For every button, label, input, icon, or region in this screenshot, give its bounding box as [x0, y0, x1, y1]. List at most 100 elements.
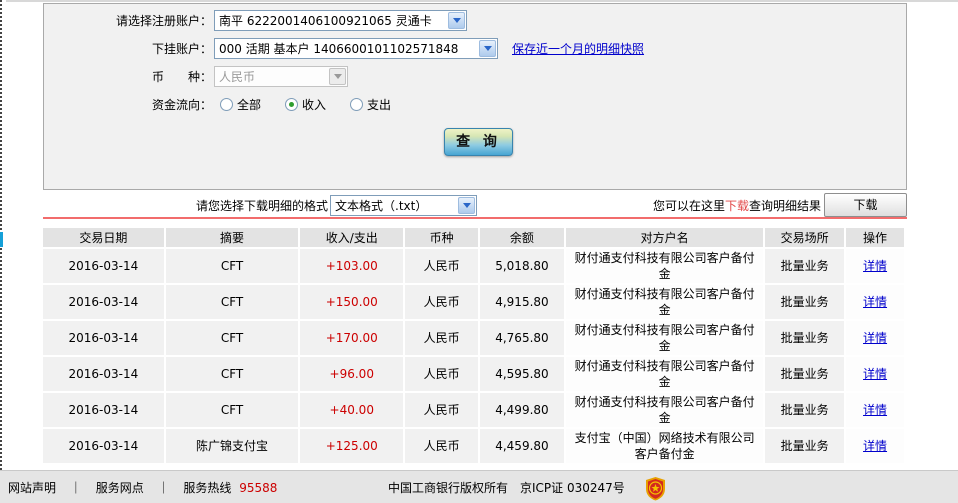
flow-option-all[interactable]: 全部: [220, 96, 261, 113]
cell-currency: 人民币: [405, 357, 478, 391]
cell-venue: 批量业务: [765, 393, 845, 427]
flow-row: 资金流向： 全部 收入 支出: [44, 90, 906, 118]
cell-date: 2016-03-14: [43, 321, 164, 355]
flow-option-expense-label: 支出: [367, 97, 392, 112]
download-inline-link[interactable]: 下载: [725, 199, 749, 213]
currency-label: 币 种：: [151, 69, 212, 84]
footer-separator: ｜: [69, 480, 82, 495]
footer-link-branches[interactable]: 服务网点: [96, 481, 144, 495]
header-balance: 余额: [479, 228, 564, 247]
radio-icon[interactable]: [350, 97, 364, 111]
cell-date: 2016-03-14: [43, 393, 164, 427]
cell-summary: CFT: [165, 357, 299, 391]
cell-counterparty: 财付通支付科技有限公司客户备付金: [565, 285, 764, 319]
cell-summary: CFT: [165, 393, 299, 427]
cell-counterparty: 财付通支付科技有限公司客户备付金: [565, 393, 764, 427]
sub-account-label: 下挂账户：: [151, 41, 212, 56]
download-format-label: 请您选择下载明细的格式: [196, 198, 329, 213]
frame-top-border: [6, 0, 958, 2]
detail-link[interactable]: 详情: [863, 367, 887, 381]
transaction-query-page: { "form": { "register_account_label": "请…: [0, 0, 958, 503]
cell-currency: 人民币: [405, 249, 478, 283]
download-format-value: 文本格式（.txt）: [335, 198, 428, 213]
footer-link-statement[interactable]: 网站声明: [8, 481, 56, 495]
cell-balance: 4,499.80: [479, 393, 564, 427]
query-form-panel: 请选择注册账户： 南平 6222001406100921065 灵通卡 下挂账户…: [43, 3, 907, 190]
copyright-text: 中国工商银行版权所有 京ICP证 030247号: [388, 480, 625, 495]
cell-counterparty: 支付宝（中国）网络技术有限公司客户备付金: [565, 429, 764, 463]
flow-option-income[interactable]: 收入: [285, 96, 326, 113]
cell-currency: 人民币: [405, 321, 478, 355]
footer-links: 网站声明 ｜ 服务网点 ｜ 服务热线 95588: [8, 479, 277, 496]
header-counterparty: 对方户名: [565, 228, 764, 247]
download-format-select[interactable]: 文本格式（.txt）: [330, 194, 478, 216]
download-hint: 您可以在这里下载查询明细结果: [653, 197, 821, 214]
radio-icon[interactable]: [220, 97, 233, 111]
cell-balance: 4,595.80: [479, 357, 564, 391]
download-hint-prefix: 您可以在这里: [652, 198, 725, 213]
sub-account-select[interactable]: 000 活期 基本户 1406600101102571848: [214, 37, 498, 59]
flow-option-expense[interactable]: 支出: [350, 96, 391, 113]
download-button[interactable]: 下载: [824, 193, 907, 217]
currency-row: 币 种： 人民币: [44, 62, 906, 90]
register-account-label: 请选择注册账户：: [115, 13, 212, 28]
sub-account-row: 下挂账户： 000 活期 基本户 1406600101102571848 保存近…: [44, 34, 906, 62]
table-row: 2016-03-14 CFT +103.00 人民币 5,018.80 财付通支…: [43, 249, 904, 283]
cell-date: 2016-03-14: [43, 357, 164, 391]
cell-date: 2016-03-14: [43, 249, 164, 283]
chevron-down-icon[interactable]: [448, 11, 465, 29]
cell-counterparty: 财付通支付科技有限公司客户备付金: [565, 321, 764, 355]
header-date: 交易日期: [43, 228, 164, 247]
detail-link[interactable]: 详情: [863, 403, 887, 417]
footer: 网站声明 ｜ 服务网点 ｜ 服务热线 95588 中国工商银行版权所有 京ICP…: [0, 470, 958, 503]
header-summary: 摘要: [165, 228, 299, 247]
hotline-label: 服务热线: [183, 480, 232, 495]
detail-link[interactable]: 详情: [863, 331, 887, 345]
cell-summary: 陈广锦支付宝: [165, 429, 299, 463]
cell-counterparty: 财付通支付科技有限公司客户备付金: [565, 249, 764, 283]
query-button[interactable]: 查 询: [444, 128, 513, 156]
cell-date: 2016-03-14: [43, 285, 164, 319]
flow-radio-group: 全部 收入 支出: [220, 96, 415, 113]
detail-link[interactable]: 详情: [863, 295, 887, 309]
header-amount: 收入/支出: [300, 228, 404, 247]
cell-amount: +40.00: [300, 393, 404, 427]
section-divider: [43, 217, 907, 219]
chevron-down-icon[interactable]: [458, 196, 476, 214]
table-row: 2016-03-14 陈广锦支付宝 +125.00 人民币 4,459.80 支…: [43, 429, 904, 463]
cell-currency: 人民币: [405, 285, 478, 319]
download-row: 请您选择下载明细的格式 文本格式（.txt） 您可以在这里下载查询明细结果 下载: [43, 192, 907, 218]
detail-link[interactable]: 详情: [863, 439, 887, 453]
save-snapshot-link[interactable]: 保存近一个月的明细快照: [512, 40, 644, 57]
cell-balance: 4,915.80: [479, 285, 564, 319]
security-shield-badge-icon: [646, 477, 665, 501]
cell-venue: 批量业务: [765, 285, 845, 319]
cell-summary: CFT: [165, 249, 299, 283]
detail-link[interactable]: 详情: [863, 259, 887, 273]
table-header-row: 交易日期 摘要 收入/支出 币种 余额 对方户名 交易场所 操作: [43, 228, 904, 247]
flow-option-all-label: 全部: [237, 97, 262, 112]
header-currency: 币种: [405, 228, 478, 247]
cell-venue: 批量业务: [765, 357, 845, 391]
cell-amount: +170.00: [300, 321, 404, 355]
cell-venue: 批量业务: [765, 249, 845, 283]
cell-balance: 5,018.80: [479, 249, 564, 283]
footer-separator: ｜: [157, 480, 170, 495]
hotline-number: 95588: [239, 480, 278, 495]
cell-date: 2016-03-14: [43, 429, 164, 463]
cell-amount: +103.00: [300, 249, 404, 283]
radio-checked-icon[interactable]: [285, 97, 299, 111]
table-row: 2016-03-14 CFT +96.00 人民币 4,595.80 财付通支付…: [43, 357, 904, 391]
table-row: 2016-03-14 CFT +170.00 人民币 4,765.80 财付通支…: [43, 321, 904, 355]
cell-currency: 人民币: [405, 429, 478, 463]
currency-select: 人民币: [214, 65, 348, 87]
header-operation: 操作: [846, 228, 904, 247]
cell-amount: +125.00: [300, 429, 404, 463]
register-account-select[interactable]: 南平 6222001406100921065 灵通卡: [214, 9, 467, 31]
chevron-down-icon[interactable]: [479, 39, 496, 57]
cell-balance: 4,765.80: [479, 321, 564, 355]
cell-venue: 批量业务: [765, 321, 845, 355]
cell-venue: 批量业务: [765, 429, 845, 463]
frame-resize-handle[interactable]: [0, 232, 3, 247]
transactions-table: 交易日期 摘要 收入/支出 币种 余额 对方户名 交易场所 操作 2016-03…: [41, 226, 906, 465]
